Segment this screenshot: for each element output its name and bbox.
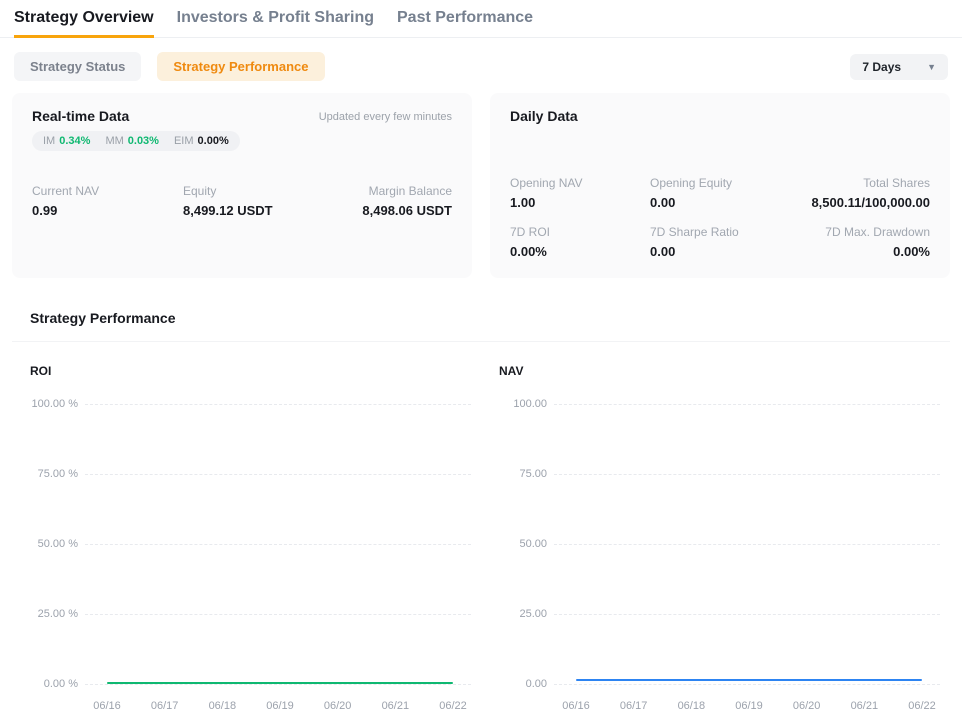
nav-series-line xyxy=(576,679,922,681)
period-dropdown[interactable]: 7 Days ▼ xyxy=(850,54,948,80)
x-axis-label: 06/17 xyxy=(620,700,648,712)
daily-data-card: Daily Data Opening NAV 1.00 Opening Equi… xyxy=(490,93,950,278)
margin-ratios-badge: IM 0.34% MM 0.03% EIM 0.00% xyxy=(32,131,240,151)
y-axis-label: 25.00 xyxy=(481,608,547,620)
y-axis-label: 75.00 xyxy=(481,468,547,480)
gridline xyxy=(554,544,940,545)
top-tab-bar: Strategy Overview Investors & Profit Sha… xyxy=(0,0,962,38)
opening-nav-field: Opening NAV 1.00 xyxy=(510,176,650,210)
gridline xyxy=(85,614,471,615)
x-axis: 06/1606/1706/1806/1906/2006/2106/22 xyxy=(576,700,922,714)
subtab-bar: Strategy Status Strategy Performance 7 D… xyxy=(0,38,962,93)
gridline xyxy=(554,684,940,685)
y-axis-label: 50.00 xyxy=(481,538,547,550)
x-axis-label: 06/21 xyxy=(382,700,410,712)
gridline xyxy=(85,684,471,685)
x-axis-label: 06/20 xyxy=(793,700,821,712)
x-axis-label: 06/19 xyxy=(266,700,294,712)
x-axis: 06/1606/1706/1806/1906/2006/2106/22 xyxy=(107,700,453,714)
y-axis-label: 0.00 xyxy=(481,678,547,690)
current-nav-field: Current NAV 0.99 xyxy=(32,184,183,218)
nav-chart-plot: 100.0075.0050.0025.000.0006/1606/1706/18… xyxy=(481,404,950,684)
chevron-down-icon: ▼ xyxy=(927,62,936,72)
total-shares-field: Total Shares 8,500.11/100,000.00 xyxy=(811,176,930,210)
gridline xyxy=(85,544,471,545)
gridline xyxy=(554,614,940,615)
x-axis-label: 06/20 xyxy=(324,700,352,712)
charts-row: ROI 100.00 %75.00 %50.00 %25.00 %0.00 %0… xyxy=(12,342,950,684)
7d-sharpe-ratio-field: 7D Sharpe Ratio 0.00 xyxy=(650,225,825,259)
nav-chart: NAV 100.0075.0050.0025.000.0006/1606/170… xyxy=(481,342,950,684)
opening-equity-field: Opening Equity 0.00 xyxy=(650,176,811,210)
tab-past-performance[interactable]: Past Performance xyxy=(397,0,533,38)
period-dropdown-value: 7 Days xyxy=(862,60,901,74)
gridline xyxy=(85,404,471,405)
daily-card-title: Daily Data xyxy=(510,108,578,124)
subtab-strategy-performance[interactable]: Strategy Performance xyxy=(157,52,324,81)
equity-field: Equity 8,499.12 USDT xyxy=(183,184,362,218)
mm-ratio: MM 0.03% xyxy=(105,135,159,147)
7d-roi-field: 7D ROI 0.00% xyxy=(510,225,650,259)
x-axis-label: 06/21 xyxy=(851,700,879,712)
nav-chart-title: NAV xyxy=(481,342,950,378)
roi-chart-title: ROI xyxy=(12,342,481,378)
y-axis-label: 25.00 % xyxy=(12,608,78,620)
roi-chart-plot: 100.00 %75.00 %50.00 %25.00 %0.00 %06/16… xyxy=(12,404,481,684)
x-axis-label: 06/19 xyxy=(735,700,763,712)
x-axis-label: 06/16 xyxy=(93,700,121,712)
tab-investors-profit-sharing[interactable]: Investors & Profit Sharing xyxy=(177,0,374,38)
x-axis-label: 06/22 xyxy=(908,700,936,712)
eim-ratio: EIM 0.00% xyxy=(174,135,229,147)
x-axis-label: 06/22 xyxy=(439,700,467,712)
realtime-data-card: Real-time Data Updated every few minutes… xyxy=(12,93,472,278)
updated-note: Updated every few minutes xyxy=(319,108,452,123)
y-axis-label: 75.00 % xyxy=(12,468,78,480)
roi-series-line xyxy=(107,682,453,684)
x-axis-label: 06/16 xyxy=(562,700,590,712)
x-axis-label: 06/17 xyxy=(151,700,179,712)
subtab-strategy-status[interactable]: Strategy Status xyxy=(14,52,141,81)
y-axis-label: 100.00 xyxy=(481,398,547,410)
gridline xyxy=(85,474,471,475)
margin-balance-field: Margin Balance 8,498.06 USDT xyxy=(362,184,452,218)
y-axis-label: 50.00 % xyxy=(12,538,78,550)
data-cards-row: Real-time Data Updated every few minutes… xyxy=(12,93,950,278)
gridline xyxy=(554,404,940,405)
roi-chart: ROI 100.00 %75.00 %50.00 %25.00 %0.00 %0… xyxy=(12,342,481,684)
7d-max-drawdown-field: 7D Max. Drawdown 0.00% xyxy=(825,225,930,259)
y-axis-label: 0.00 % xyxy=(12,678,78,690)
gridline xyxy=(554,474,940,475)
tab-strategy-overview[interactable]: Strategy Overview xyxy=(14,0,154,38)
im-ratio: IM 0.34% xyxy=(43,135,90,147)
y-axis-label: 100.00 % xyxy=(12,398,78,410)
x-axis-label: 06/18 xyxy=(209,700,237,712)
x-axis-label: 06/18 xyxy=(678,700,706,712)
strategy-performance-heading: Strategy Performance xyxy=(12,278,950,342)
realtime-card-title: Real-time Data xyxy=(32,108,129,124)
